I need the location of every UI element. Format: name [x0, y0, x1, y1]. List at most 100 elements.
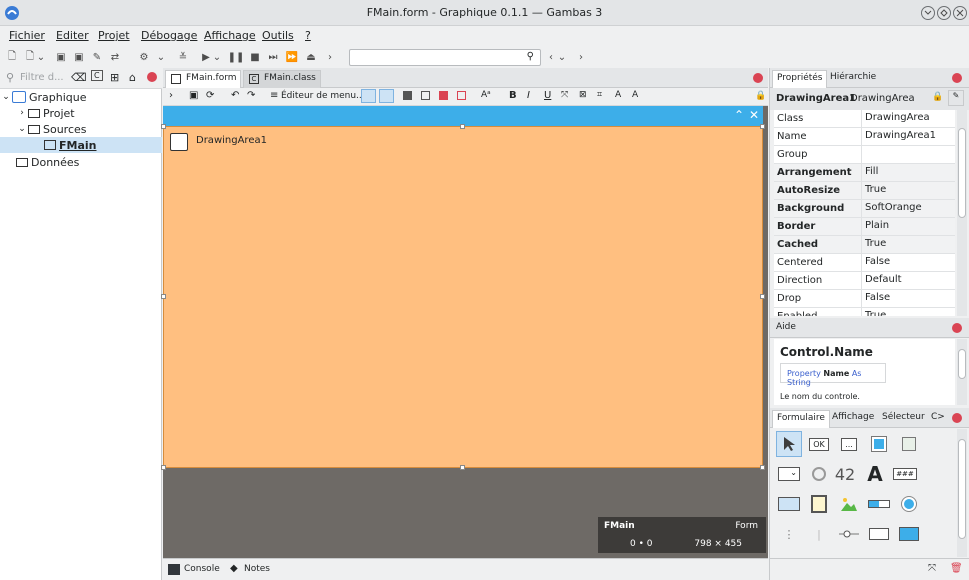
bg-color-icon[interactable]: A — [632, 90, 638, 100]
property-value[interactable]: True — [862, 236, 955, 253]
label-tool-icon[interactable]: A — [862, 461, 888, 487]
chevron-left-icon[interactable]: ‹ — [546, 49, 556, 65]
tree-item-projet[interactable]: › Projet — [0, 105, 162, 121]
vertical-slider-tool-icon[interactable]: ⋮ — [776, 521, 802, 547]
property-value[interactable]: True — [862, 308, 955, 316]
chevron-down-icon[interactable]: ⌄ — [212, 49, 222, 65]
slider-tool-icon[interactable] — [836, 521, 862, 547]
progress-bar-tool-icon[interactable] — [866, 491, 892, 517]
lock-icon[interactable]: 🔒 — [932, 92, 943, 102]
save-as-icon[interactable]: ▣ — [71, 49, 87, 65]
border-icon[interactable]: ⊠ — [579, 90, 587, 100]
textbox-tool-icon[interactable]: ... — [836, 431, 862, 457]
class-filter-icon[interactable]: C — [91, 70, 103, 81]
color-tool-icon[interactable] — [896, 431, 922, 457]
minimize-icon[interactable] — [921, 6, 935, 20]
align-icon[interactable] — [439, 91, 448, 100]
help-scrollbar[interactable] — [957, 339, 967, 405]
edit-property-icon[interactable]: ✎ — [948, 90, 964, 106]
tree-item-sources[interactable]: ⌄ Sources — [0, 121, 162, 137]
resize-handle[interactable] — [161, 124, 166, 129]
drawing-area[interactable]: DrawingArea1 — [163, 126, 763, 468]
scrollbar-thumb[interactable] — [958, 439, 966, 539]
lcd-number-tool-icon[interactable]: 42 — [832, 461, 858, 487]
menu-fichier[interactable]: Fichier — [9, 29, 45, 42]
tab-fmain-form[interactable]: FMain.form — [165, 70, 241, 88]
property-row-cached[interactable]: Cached True — [774, 236, 955, 254]
resize-handle[interactable] — [460, 124, 465, 129]
menu-outils[interactable]: Outils — [262, 29, 294, 42]
property-value[interactable]: DrawingArea — [862, 110, 955, 127]
close-toolbox-icon[interactable] — [952, 413, 962, 423]
tab-more[interactable]: C> — [927, 410, 949, 428]
date-box-tool-icon[interactable] — [896, 521, 922, 547]
tree-item-fmain[interactable]: FMain — [0, 137, 162, 153]
search-input[interactable]: ⚲ — [349, 49, 541, 66]
reload-icon[interactable]: ⟳ — [206, 90, 214, 101]
stop-icon[interactable]: ■ — [247, 49, 263, 65]
chevron-down-icon[interactable]: ⌄ — [0, 92, 12, 102]
send-back-icon[interactable] — [421, 91, 430, 100]
property-row-name[interactable]: Name DrawingArea1 — [774, 128, 955, 146]
close-properties-icon[interactable] — [952, 73, 962, 83]
menu-affichage[interactable]: Affichage — [204, 29, 256, 42]
property-value[interactable]: Plain — [862, 218, 955, 235]
close-filter-icon[interactable] — [147, 72, 157, 82]
pointer-tool-icon[interactable] — [776, 431, 802, 457]
chevron-right-icon[interactable]: › — [16, 108, 28, 118]
clear-filter-icon[interactable]: ⌫ — [71, 71, 87, 84]
property-value[interactable]: True — [862, 182, 955, 199]
console-tab[interactable]: Console — [184, 564, 220, 574]
resize-handle[interactable] — [760, 294, 765, 299]
toolbox-scrollbar[interactable] — [957, 429, 967, 557]
fg-color-icon[interactable]: A — [615, 90, 621, 100]
compile-icon[interactable]: ⇄ — [107, 49, 123, 65]
menu-projet[interactable]: Projet — [98, 29, 130, 42]
bring-front-icon[interactable] — [403, 91, 412, 100]
resize-handle[interactable] — [760, 465, 765, 470]
property-row-group[interactable]: Group — [774, 146, 955, 164]
resize-handle[interactable] — [161, 294, 166, 299]
step-out-icon[interactable]: ⏏ — [303, 49, 319, 65]
lock-icon[interactable]: 🔒 — [755, 91, 766, 101]
picture-box-tool-icon[interactable] — [806, 491, 832, 517]
grid-toggle-icon[interactable] — [361, 89, 376, 103]
italic-icon[interactable]: I — [527, 90, 530, 101]
property-value[interactable] — [862, 146, 955, 163]
undo-icon[interactable]: ↶ — [231, 90, 239, 101]
property-row-arrangement[interactable]: Arrangement Fill — [774, 164, 955, 182]
property-row-border[interactable]: Border Plain — [774, 218, 955, 236]
fit-icon[interactable]: ⌗ — [597, 90, 602, 100]
font-size-icon[interactable]: Aᵃ — [481, 90, 491, 100]
tree-item-donnees[interactable]: Données — [0, 154, 162, 170]
home-icon[interactable]: ⌂ — [129, 71, 136, 84]
new-file-icon[interactable]: 🗋 — [4, 49, 20, 65]
filter-input[interactable]: Filtre d... — [20, 72, 64, 83]
chevron-down-icon[interactable]: ⌄ — [557, 49, 567, 65]
close-form-icon[interactable]: ✕ — [749, 108, 759, 122]
dropdown-button-tool-icon[interactable] — [776, 491, 802, 517]
tree-view-icon[interactable]: ⊞ — [110, 71, 119, 84]
property-row-direction[interactable]: Direction Default — [774, 272, 955, 290]
property-row-drop[interactable]: Drop False — [774, 290, 955, 308]
resize-handle[interactable] — [161, 465, 166, 470]
save-icon[interactable]: ▣ — [189, 90, 198, 101]
close-tab-icon[interactable] — [753, 73, 763, 83]
property-value[interactable]: False — [862, 290, 955, 307]
bold-icon[interactable]: B — [509, 90, 517, 101]
combobox-tool-icon[interactable]: ⌄ — [776, 461, 802, 487]
step-over-icon[interactable]: ⏩ — [284, 49, 300, 65]
password-tool-icon[interactable]: ### — [892, 461, 918, 487]
chevron-right-icon[interactable]: › — [576, 49, 586, 65]
menu-editer[interactable]: Editer — [56, 29, 89, 42]
resize-icon[interactable]: ⤧ — [561, 90, 568, 100]
trash-icon[interactable]: 🗑 — [950, 563, 963, 574]
menu-debogage[interactable]: Débogage — [141, 29, 197, 42]
image-tool-icon[interactable] — [836, 491, 862, 517]
property-row-centered[interactable]: Centered False — [774, 254, 955, 272]
tab-affichage[interactable]: Affichage — [828, 410, 878, 428]
radio-tool-icon[interactable] — [896, 491, 922, 517]
scrollbar-thumb[interactable] — [958, 128, 966, 218]
chevron-right-icon[interactable]: › — [322, 49, 338, 65]
distribute-icon[interactable] — [457, 91, 466, 100]
